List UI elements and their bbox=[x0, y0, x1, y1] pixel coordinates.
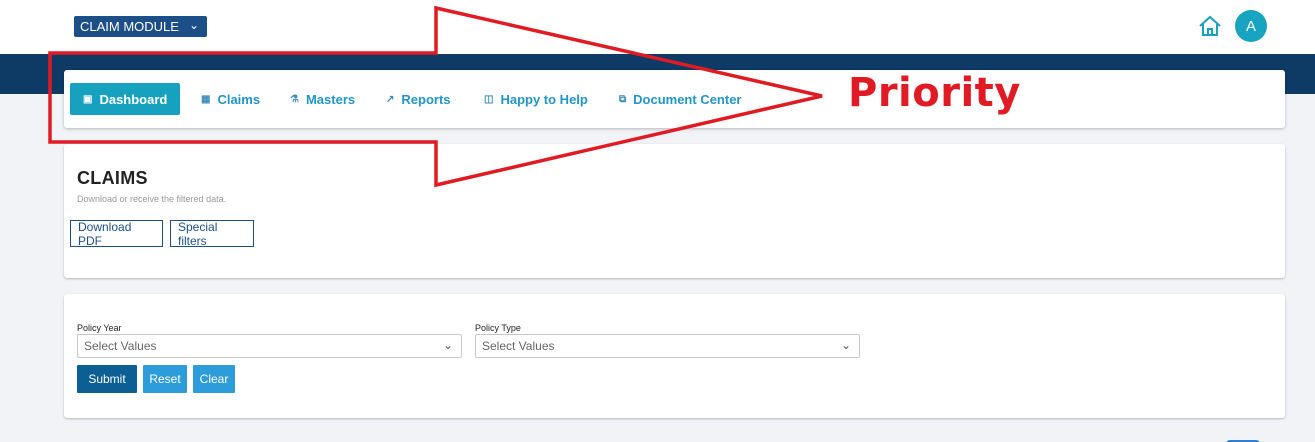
monitor-icon: ▣ bbox=[83, 93, 93, 105]
policy-year-select[interactable]: Select Values ⌄ bbox=[77, 334, 462, 358]
special-filters-button[interactable]: Special filters bbox=[170, 220, 254, 248]
chevron-down-icon: ⌄ bbox=[840, 338, 851, 352]
sitemap-icon: ⚗ bbox=[290, 93, 299, 105]
page-subtitle: Download or receive the filtered data. bbox=[77, 194, 227, 204]
tab-dashboard[interactable]: ▣ Dashboard bbox=[70, 83, 181, 115]
grid-icon: ▦ bbox=[201, 93, 211, 105]
top-bar: CLAIM MODULE ⌄ A bbox=[0, 0, 1315, 54]
policy-year-label: Policy Year bbox=[77, 323, 122, 333]
chevron-down-icon: ⌄ bbox=[188, 18, 199, 32]
tab-label: Dashboard bbox=[99, 91, 168, 107]
policy-type-value: Select Values bbox=[482, 339, 555, 353]
user-avatar[interactable]: A bbox=[1235, 10, 1267, 42]
chart-line-icon: ↗ bbox=[386, 93, 395, 105]
map-icon: ◫ bbox=[484, 93, 494, 105]
claims-panel: CLAIMS Download or receive the filtered … bbox=[64, 144, 1285, 278]
main-nav: ▣ Dashboard ▦ Claims ⚗ Masters ↗ Reports… bbox=[64, 70, 1285, 128]
home-icon[interactable] bbox=[1198, 15, 1222, 37]
tab-label: Masters bbox=[305, 91, 356, 107]
tab-label: Happy to Help bbox=[500, 91, 588, 107]
tab-document-center[interactable]: ⧉ Document Center bbox=[619, 83, 742, 115]
tab-label: Reports bbox=[401, 91, 451, 107]
module-dropdown[interactable]: CLAIM MODULE ⌄ bbox=[74, 16, 207, 37]
copy-icon: ⧉ bbox=[619, 93, 627, 105]
policy-type-label: Policy Type bbox=[475, 323, 521, 333]
tab-label: Document Center bbox=[633, 91, 742, 107]
tab-claims[interactable]: ▦ Claims bbox=[201, 83, 260, 115]
policy-year-value: Select Values bbox=[84, 339, 157, 353]
download-pdf-button[interactable]: Download PDF bbox=[70, 220, 163, 248]
tab-happy-to-help[interactable]: ◫ Happy to Help bbox=[484, 83, 588, 115]
submit-button[interactable]: Submit bbox=[77, 365, 137, 393]
module-dropdown-label: CLAIM MODULE bbox=[80, 19, 179, 34]
tab-reports[interactable]: ↗ Reports bbox=[386, 83, 451, 115]
filters-panel: Policy Year Select Values ⌄ Policy Type … bbox=[64, 294, 1285, 418]
policy-type-select[interactable]: Select Values ⌄ bbox=[475, 334, 860, 358]
reset-button[interactable]: Reset bbox=[143, 365, 187, 393]
tab-masters[interactable]: ⚗ Masters bbox=[290, 83, 355, 115]
tab-label: Claims bbox=[217, 91, 261, 107]
page-title: CLAIMS bbox=[77, 168, 148, 188]
clear-button[interactable]: Clear bbox=[193, 365, 235, 393]
chevron-down-icon: ⌄ bbox=[442, 338, 453, 352]
priority-annotation: Priority bbox=[848, 70, 1021, 116]
